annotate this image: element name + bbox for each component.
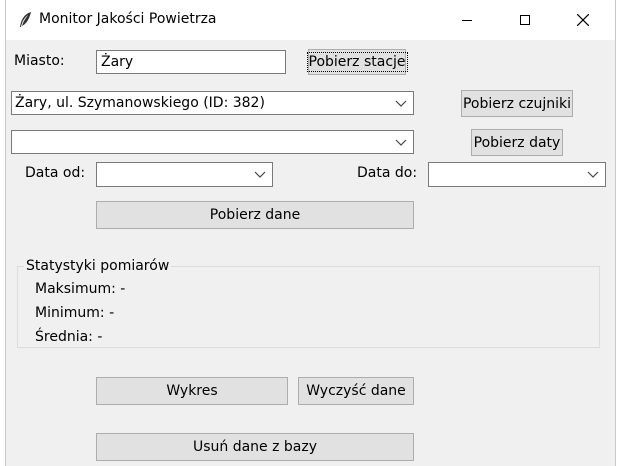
stat-max: Maksimum: - [35, 281, 125, 297]
delete-db-label: Usuń dane z bazy [192, 439, 318, 455]
date-to-select[interactable] [428, 162, 606, 187]
stat-avg-value: - [97, 329, 103, 345]
date-to-label: Data do: [357, 165, 418, 181]
minimize-icon [462, 19, 472, 21]
stat-avg: Średnia: - [35, 329, 102, 345]
fetch-data-label: Pobierz dane [209, 207, 301, 223]
window-title: Monitor Jakości Powietrza [39, 11, 217, 27]
fetch-dates-button[interactable]: Pobierz daty [471, 129, 563, 156]
maximize-icon [520, 15, 530, 25]
stat-min-label: Minimum: [35, 305, 105, 321]
minimize-button[interactable] [438, 0, 496, 40]
city-label: Miasto: [14, 53, 65, 69]
chart-label: Wykres [166, 383, 218, 399]
stats-group: Statystyki pomiarów Maksimum: - Minimum:… [17, 258, 600, 348]
title-bar: Monitor Jakości Powietrza [6, 0, 615, 40]
fetch-data-button[interactable]: Pobierz dane [96, 201, 414, 229]
chevron-down-icon [587, 171, 599, 178]
fetch-dates-label: Pobierz daty [473, 134, 561, 151]
stat-max-value: - [120, 281, 126, 297]
feather-icon [16, 10, 36, 30]
fetch-stations-label: Pobierz stacje [306, 52, 408, 72]
chevron-down-icon [254, 171, 266, 178]
fetch-sensors-label: Pobierz czujniki [462, 95, 572, 112]
station-select-value: Żary, ul. Szymanowskiego (ID: 382) [15, 95, 265, 111]
delete-db-button[interactable]: Usuń dane z bazy [96, 433, 414, 461]
sensor-select[interactable] [11, 130, 414, 154]
clear-data-label: Wyczyść dane [306, 383, 406, 399]
chart-button[interactable]: Wykres [96, 377, 288, 405]
stat-min-value: - [109, 305, 115, 321]
date-from-label: Data od: [25, 165, 86, 181]
app-window: Monitor Jakości Powietrza Miasto: Żary P… [5, 0, 616, 466]
fetch-stations-button[interactable]: Pobierz stacje [306, 49, 408, 75]
chevron-down-icon [395, 100, 407, 107]
close-icon [577, 14, 589, 26]
chevron-down-icon [395, 139, 407, 146]
fetch-sensors-button[interactable]: Pobierz czujniki [461, 90, 573, 117]
close-button[interactable] [554, 0, 612, 40]
station-select[interactable]: Żary, ul. Szymanowskiego (ID: 382) [11, 91, 414, 115]
date-from-select[interactable] [96, 162, 273, 187]
stats-group-title: Statystyki pomiarów [24, 258, 172, 274]
maximize-button[interactable] [496, 0, 554, 40]
city-input[interactable]: Żary [96, 50, 286, 74]
stat-max-label: Maksimum: [35, 281, 116, 297]
clear-data-button[interactable]: Wyczyść dane [298, 377, 414, 405]
stat-avg-label: Średnia: [35, 329, 93, 345]
stat-min: Minimum: - [35, 305, 114, 321]
